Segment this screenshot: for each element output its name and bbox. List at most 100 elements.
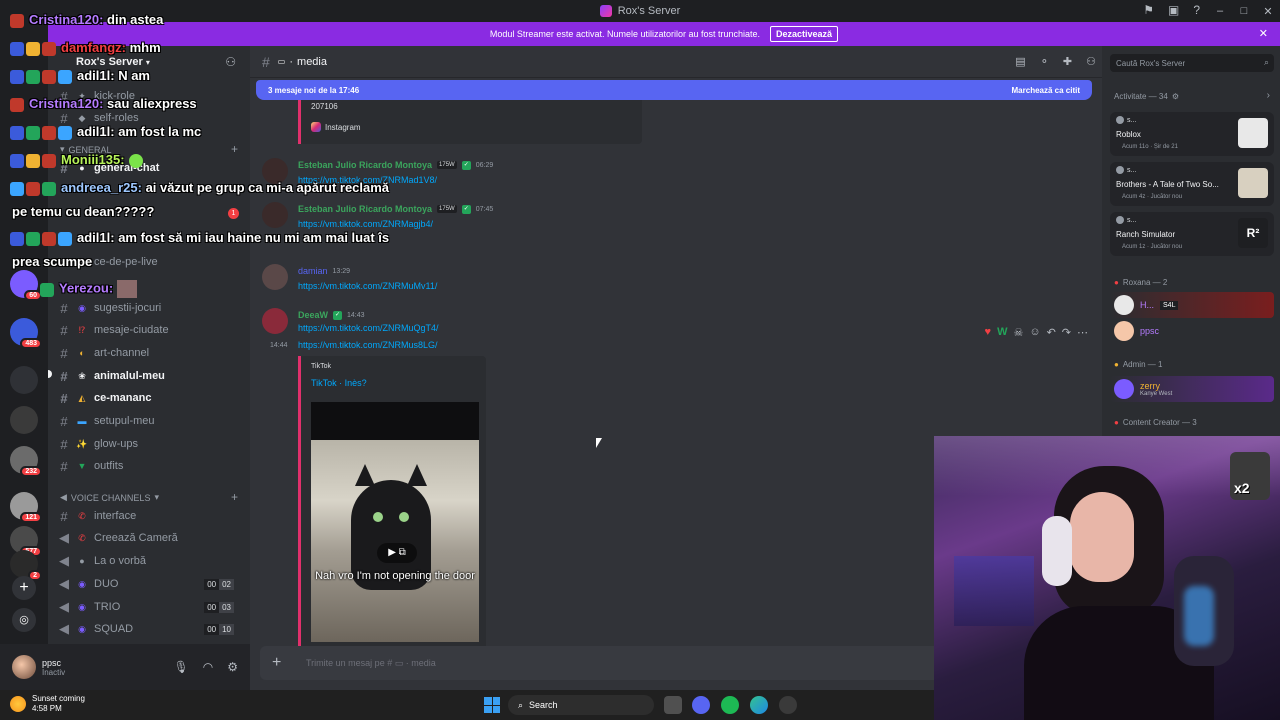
- unread-indicator: [48, 370, 52, 378]
- invite-icon[interactable]: ⚇: [225, 55, 236, 69]
- screen-icon[interactable]: ▣: [1168, 3, 1179, 17]
- play-icon[interactable]: ▶ ⧉: [377, 543, 417, 563]
- threads-icon[interactable]: ▤: [1015, 55, 1025, 68]
- server-header[interactable]: Rox's Server ▾ ⚇: [48, 46, 250, 78]
- voice-channel-item[interactable]: ◀ ● La o vorbă: [58, 551, 244, 571]
- voice-channel-item[interactable]: ◀ ◉ TRIO 00 03: [58, 597, 244, 617]
- gear-icon[interactable]: ⚙: [1172, 92, 1179, 101]
- video-thumbnail[interactable]: ▶ ⧉ Nah vro I'm not opening the door: [311, 402, 479, 642]
- spotify-icon[interactable]: [721, 696, 739, 714]
- user-panel: ppsc Inactiv 🎙 ◠ ⚙: [0, 644, 250, 690]
- chevron-right-icon[interactable]: ›: [1267, 90, 1270, 101]
- avatar[interactable]: [262, 158, 288, 184]
- message-link[interactable]: https://vm.tiktok.com/ZNRMad1V8/: [298, 175, 437, 185]
- add-reaction-icon[interactable]: ☺: [1029, 326, 1040, 338]
- heart-reaction-icon[interactable]: ♥: [985, 326, 992, 338]
- message-link[interactable]: https://vm.tiktok.com/ZNRMus8LG/: [298, 340, 438, 350]
- username: ppsc: [42, 657, 62, 668]
- author-name[interactable]: Esteban Julio Ricardo Montoya: [298, 204, 432, 214]
- avatar[interactable]: [262, 202, 288, 228]
- pin-icon[interactable]: ✚: [1063, 55, 1072, 68]
- close-banner-icon[interactable]: ✕: [1259, 27, 1268, 40]
- channel-item[interactable]: # ✨ glow-ups: [58, 434, 244, 454]
- author-name[interactable]: DeeaW: [298, 310, 328, 320]
- skull-reaction-icon[interactable]: ☠: [1013, 326, 1023, 339]
- server-avatar[interactable]: [10, 366, 38, 394]
- channel-item[interactable]: # ✦ kick-role: [58, 86, 244, 106]
- member-list-icon[interactable]: ⚇: [1086, 55, 1096, 68]
- add-server-button[interactable]: +: [12, 576, 36, 600]
- task-view-icon[interactable]: [664, 696, 682, 714]
- voice-channel-item[interactable]: ◀ ◉ DUO 00 02: [58, 574, 244, 594]
- new-messages-bar[interactable]: 3 mesaje noi de la 17:46 Marchează ca ci…: [256, 80, 1092, 100]
- voice-channel-item[interactable]: # ✆ interface: [58, 506, 244, 526]
- taskbar-search[interactable]: ⌕ Search: [508, 695, 654, 715]
- windows-start-icon[interactable]: [484, 697, 500, 713]
- channel-item[interactable]: # ● ce-de-pe-live: [58, 252, 244, 272]
- close-window-icon[interactable]: ✕: [1256, 5, 1280, 18]
- channel-item[interactable]: # ◐ art-channel: [58, 343, 244, 363]
- author-name[interactable]: Esteban Julio Ricardo Montoya: [298, 160, 432, 170]
- channel-item[interactable]: # ▬ setupul-meu: [58, 411, 244, 431]
- channel-item[interactable]: # ⁉ mesaje-ciudate: [58, 320, 244, 340]
- reply-icon[interactable]: ↶: [1047, 326, 1056, 339]
- server-avatar[interactable]: 2: [10, 550, 42, 581]
- microphone-icon[interactable]: 🎙: [174, 660, 189, 674]
- settings-gear-icon[interactable]: ⚙: [227, 660, 238, 674]
- inbox-icon[interactable]: ⚑: [1143, 3, 1154, 17]
- channel-item[interactable]: # ◭ ce-mananc: [58, 388, 244, 408]
- user-info[interactable]: ppsc Inactiv: [42, 658, 65, 677]
- discord-icon[interactable]: [692, 696, 710, 714]
- app-icon[interactable]: [779, 696, 797, 714]
- server-avatar[interactable]: 232: [10, 446, 42, 477]
- add-channel-icon[interactable]: +: [231, 490, 238, 504]
- author-name[interactable]: damian: [298, 266, 328, 276]
- avatar: [1116, 216, 1124, 224]
- avatar[interactable]: [262, 308, 288, 334]
- more-icon[interactable]: ⋯: [1077, 326, 1088, 339]
- activity-card[interactable]: s... Ranch Simulator Acum 1z · Jucător n…: [1110, 212, 1274, 256]
- message-link[interactable]: https://vm.tiktok.com/ZNRMuQgT4/: [298, 323, 439, 333]
- explore-servers-icon[interactable]: ◎: [12, 608, 36, 632]
- mark-read-button[interactable]: Marchează ca citit: [1012, 86, 1080, 95]
- server-avatar[interactable]: 121: [10, 492, 42, 523]
- server-avatar[interactable]: [10, 406, 38, 434]
- server-avatar[interactable]: 483: [10, 318, 42, 349]
- add-channel-icon[interactable]: +: [231, 142, 238, 156]
- help-icon[interactable]: ?: [1193, 3, 1200, 17]
- forward-icon[interactable]: ↷: [1062, 326, 1071, 339]
- disable-streamer-button[interactable]: Dezactivează: [770, 26, 839, 42]
- avatar[interactable]: [12, 655, 36, 679]
- search-input[interactable]: Caută Rox's Server ⌕: [1110, 54, 1274, 72]
- voice-channel-item[interactable]: ◀ ◉ SQUAD 00 10: [58, 619, 244, 639]
- headphones-icon[interactable]: ◠: [203, 660, 213, 674]
- channel-item[interactable]: # ❀ animalul-meu: [58, 366, 244, 386]
- channel-item[interactable]: # ● general-chat: [58, 158, 244, 178]
- attach-plus-icon[interactable]: +: [272, 654, 292, 672]
- guild-tag: 175W: [437, 161, 457, 169]
- message-link[interactable]: https://vm.tiktok.com/ZNRMagjb4/: [298, 219, 433, 229]
- weather-widget[interactable]: Sunset coming 4:58 PM: [10, 694, 85, 714]
- voice-channel-item[interactable]: ◀ ✆ Creează Cameră: [58, 528, 244, 548]
- channel-item[interactable]: # ▼ outfits: [58, 456, 244, 476]
- minimize-icon[interactable]: –: [1208, 5, 1232, 17]
- server-avatar[interactable]: 60: [10, 270, 42, 301]
- avatar[interactable]: [262, 264, 288, 290]
- member-item[interactable]: H... S4L: [1110, 292, 1274, 318]
- message-link[interactable]: https://vm.tiktok.com/ZNRMuMv11/: [298, 281, 437, 291]
- mute-bell-icon[interactable]: ⚬: [1040, 55, 1049, 68]
- category-voice[interactable]: ◀ VOICE CHANNELS ▾: [60, 492, 159, 503]
- background-shelf: [954, 556, 1034, 626]
- mouse-cursor: [596, 438, 602, 448]
- w-reaction[interactable]: W: [997, 326, 1007, 338]
- channel-item[interactable]: # ◉ sugestii-jocuri: [58, 298, 244, 318]
- channel-item[interactable]: # ◆ self-roles: [58, 108, 244, 128]
- category-general[interactable]: ▾ GENERAL: [60, 144, 112, 155]
- edge-icon[interactable]: [750, 696, 768, 714]
- member-item[interactable]: ppsc: [1110, 318, 1274, 344]
- activity-card[interactable]: s... Brothers - A Tale of Two So... Acum…: [1110, 162, 1274, 206]
- maximize-icon[interactable]: □: [1232, 5, 1256, 17]
- activity-card[interactable]: s... Roblox Acum 11o · Șir de 21: [1110, 112, 1274, 156]
- member-item[interactable]: zerry Kanye West: [1110, 376, 1274, 402]
- embed-title[interactable]: TikTok · Inès?: [311, 378, 367, 388]
